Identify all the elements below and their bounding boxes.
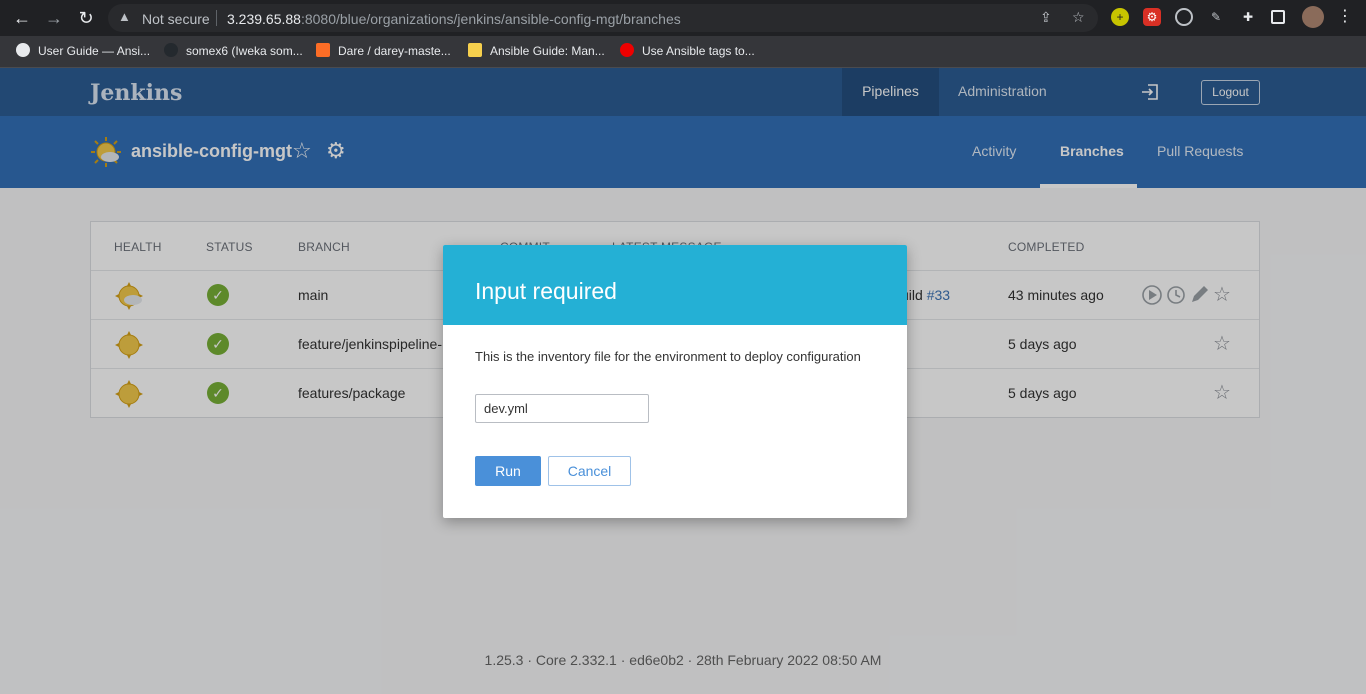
lightbulb-icon: [468, 43, 482, 57]
extension-icon-3[interactable]: [1175, 8, 1193, 26]
bookmark-item[interactable]: somex6 (Iweka som...: [164, 43, 303, 58]
url-host: 3.239.65.88: [227, 11, 301, 27]
gitlab-icon: [316, 43, 330, 57]
bookmark-label: somex6 (Iweka som...: [186, 44, 303, 58]
run-button[interactable]: Run: [475, 456, 541, 486]
dialog-title: Input required: [475, 278, 617, 304]
browser-toolbar: ← → ↻ ▲ Not secure 3.239.65.88:8080/blue…: [0, 0, 1366, 36]
cancel-button[interactable]: Cancel: [548, 456, 631, 486]
extension-icon-1[interactable]: +: [1111, 8, 1129, 26]
inventory-input[interactable]: [475, 394, 649, 423]
globe-icon: [16, 43, 30, 57]
bookmarks-bar: User Guide — Ansi... somex6 (Iweka som..…: [0, 36, 1366, 68]
reload-icon[interactable]: ↻: [74, 6, 98, 30]
dialog-description: This is the inventory file for the envir…: [475, 349, 861, 364]
dialog-header: Input required: [443, 245, 907, 325]
bookmark-item[interactable]: Dare / darey-maste...: [316, 43, 451, 58]
back-icon[interactable]: ←: [10, 6, 34, 30]
profile-avatar[interactable]: [1302, 6, 1324, 28]
forward-icon[interactable]: →: [42, 6, 66, 30]
bookmark-star-icon[interactable]: ☆: [1072, 9, 1085, 26]
bookmark-label: Dare / darey-maste...: [338, 44, 451, 58]
share-icon[interactable]: ⇪: [1040, 9, 1052, 26]
url-text[interactable]: 3.239.65.88:8080/blue/organizations/jenk…: [227, 11, 681, 27]
bookmark-item[interactable]: User Guide — Ansi...: [16, 43, 150, 58]
bookmark-label: Use Ansible tags to...: [642, 44, 755, 58]
input-required-dialog: Input required This is the inventory fil…: [443, 245, 907, 518]
omnibox-divider: [216, 10, 217, 26]
url-path: :8080/blue/organizations/jenkins/ansible…: [300, 11, 681, 27]
menu-kebab-icon[interactable]: ⋮: [1336, 8, 1354, 26]
security-label: Not secure: [142, 11, 210, 27]
bookmark-label: Ansible Guide: Man...: [490, 44, 605, 58]
redhat-icon: [620, 43, 634, 57]
address-bar[interactable]: ▲ Not secure 3.239.65.88:8080/blue/organ…: [108, 4, 1098, 32]
bookmark-item[interactable]: Ansible Guide: Man...: [468, 43, 605, 58]
warning-icon: ▲: [118, 9, 131, 24]
extension-icon-4[interactable]: ✎: [1207, 8, 1225, 26]
sidepanel-icon[interactable]: [1271, 10, 1285, 24]
github-icon: [164, 43, 178, 57]
bookmark-item[interactable]: Use Ansible tags to...: [620, 43, 755, 58]
bookmark-label: User Guide — Ansi...: [38, 44, 151, 58]
extensions-puzzle-icon[interactable]: ✚: [1239, 8, 1257, 26]
extension-icon-2[interactable]: ⚙: [1143, 8, 1161, 26]
